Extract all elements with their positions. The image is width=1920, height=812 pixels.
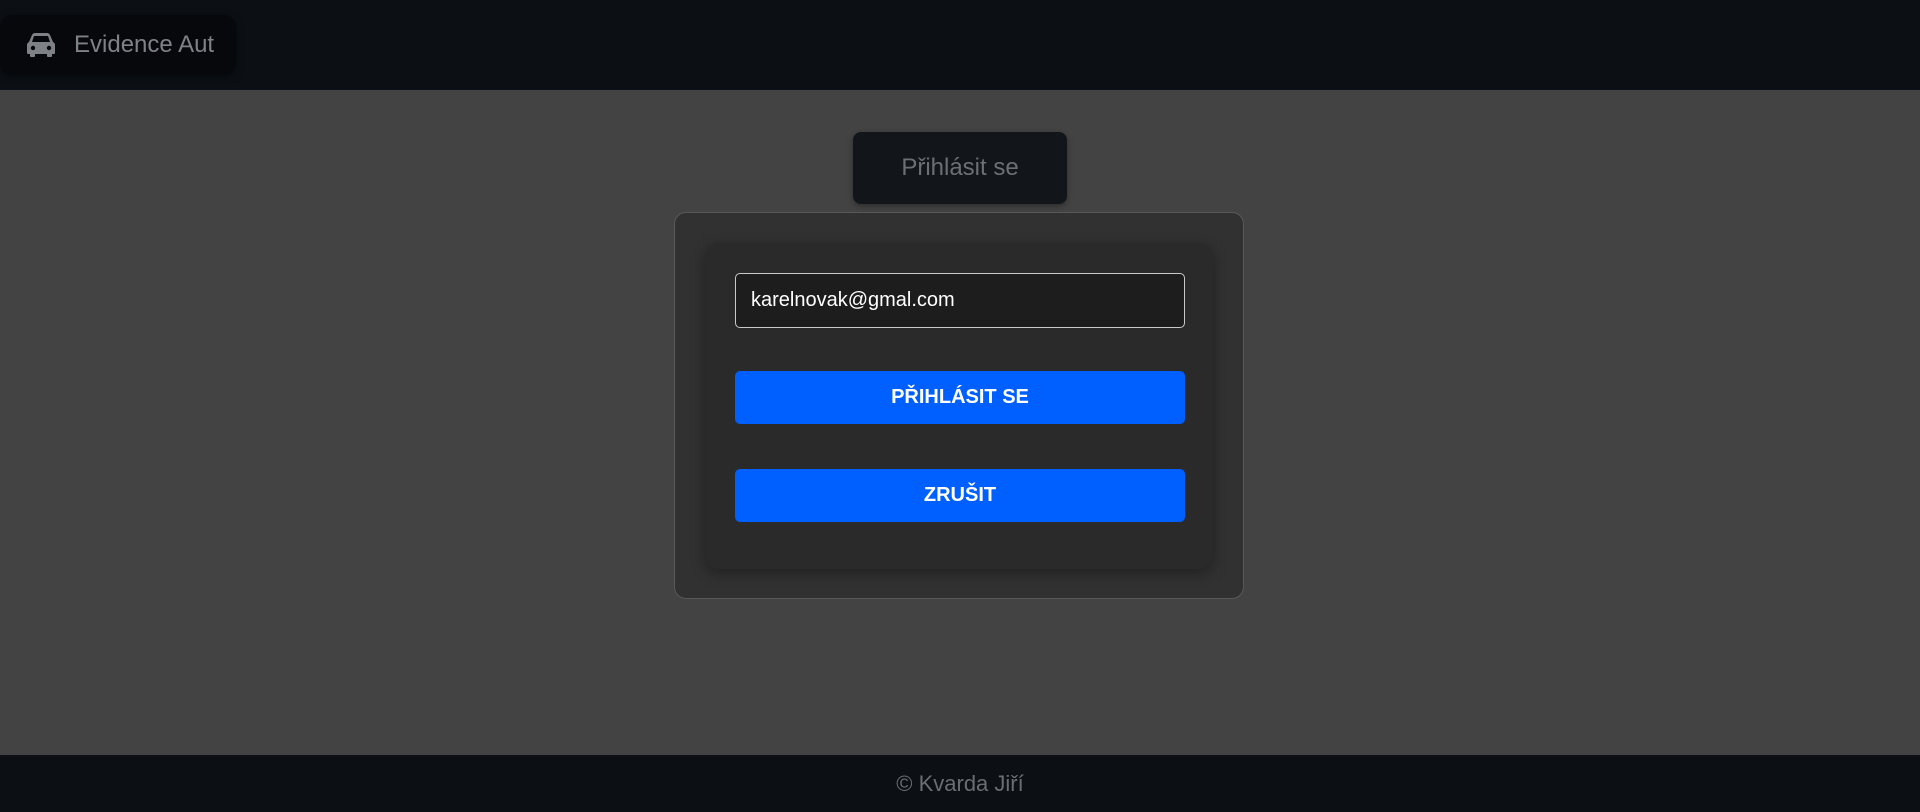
login-card: PŘIHLÁSIT SE ZRUŠIT [674, 212, 1244, 599]
footer: © Kvarda Jiří [0, 755, 1920, 812]
login-button[interactable]: PŘIHLÁSIT SE [735, 371, 1185, 424]
brand-link[interactable]: Evidence Aut [0, 15, 236, 74]
login-form: PŘIHLÁSIT SE ZRUŠIT [705, 243, 1213, 569]
main-content: Přihlásit se PŘIHLÁSIT SE ZRUŠIT [0, 90, 1920, 755]
top-navbar: Evidence Aut [0, 0, 1920, 90]
page-title: Přihlásit se [901, 154, 1019, 181]
copyright-text: © Kvarda Jiří [896, 770, 1024, 796]
page-title-box: Přihlásit se [853, 132, 1067, 204]
cancel-button[interactable]: ZRUŠIT [735, 469, 1185, 522]
brand-label: Evidence Aut [74, 30, 215, 58]
email-field[interactable] [735, 273, 1185, 328]
car-icon [27, 32, 55, 57]
